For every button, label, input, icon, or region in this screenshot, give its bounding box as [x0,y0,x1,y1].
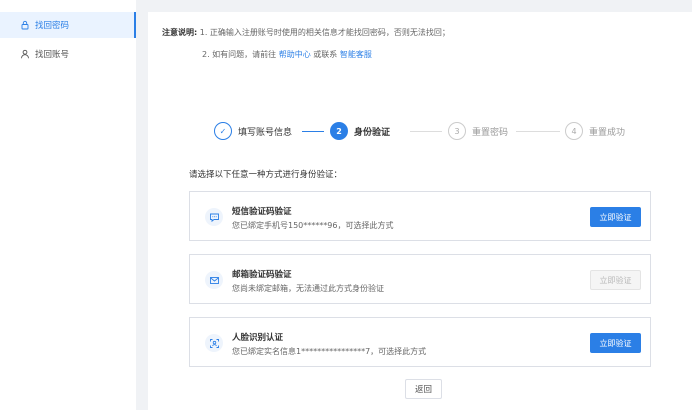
step-connector [410,131,442,132]
step-connector [302,131,324,132]
method-description: 您尚未绑定邮箱，无法通过此方式身份验证 [232,284,384,293]
step-1: ✓ 填写账号信息 [214,122,292,140]
face-recognition-card: 人脸识别认证 您已绑定实名信息1****************7，可选择此方式… [189,317,651,367]
step-label: 填写账号信息 [238,127,293,138]
step-4: 4 重置成功 [565,122,625,140]
notice-line-2-prefix: 2. 如有问题，请前往 [202,50,277,59]
back-button[interactable]: 返回 [405,379,442,399]
email-verify-button: 立即验证 [590,270,641,290]
sms-icon [205,208,223,226]
sidebar-item-find-password[interactable]: 找回密码 [0,12,136,38]
help-center-link[interactable]: 帮助中心 [279,50,311,59]
step-3: 3 重置密码 [448,122,508,140]
check-icon: ✓ [214,122,232,140]
sidebar-item-label: 找回密码 [35,21,70,31]
method-title: 人脸识别认证 [232,333,284,343]
user-icon [20,49,30,59]
sidebar-item-label: 找回账号 [35,50,70,60]
method-title: 短信验证码验证 [232,207,292,217]
sms-verify-button[interactable]: 立即验证 [590,207,641,227]
step-progress: ✓ 填写账号信息 2 身份验证 3 重置密码 4 重置成功 [148,118,692,148]
mail-icon [205,271,223,289]
notice-label: 注意说明: [162,28,198,37]
notice: 注意说明: 1. 正确输入注册账号时使用的相关信息才能找回密码，否则无法找回； … [162,26,450,59]
step-label: 重置成功 [589,127,626,138]
step-label: 重置密码 [472,127,509,138]
main-panel: 注意说明: 1. 正确输入注册账号时使用的相关信息才能找回密码，否则无法找回； … [148,12,692,410]
sidebar: 找回密码 找回账号 [0,0,136,410]
email-verification-card: 邮箱验证码验证 您尚未绑定邮箱，无法通过此方式身份验证 立即验证 [189,254,651,304]
sidebar-item-find-account[interactable]: 找回账号 [0,41,136,67]
method-title: 邮箱验证码验证 [232,270,292,280]
step-number: 3 [448,122,466,140]
notice-line-2-mid: 或联系 [313,50,338,59]
method-description: 您已绑定实名信息1****************7，可选择此方式 [232,347,427,356]
face-verify-button[interactable]: 立即验证 [590,333,641,353]
face-scan-icon [205,334,223,352]
sms-verification-card: 短信验证码验证 您已绑定手机号150******96，可选择此方式 立即验证 [189,191,651,241]
lock-icon [20,20,30,30]
step-connector [516,131,560,132]
step-number: 2 [330,122,348,140]
verification-prompt: 请选择以下任意一种方式进行身份验证： [189,170,343,180]
step-number: 4 [565,122,583,140]
smart-service-link[interactable]: 智能客服 [340,50,372,59]
method-description: 您已绑定手机号150******96，可选择此方式 [232,221,394,230]
step-2: 2 身份验证 [330,122,390,140]
notice-line-1: 1. 正确输入注册账号时使用的相关信息才能找回密码，否则无法找回； [199,28,450,37]
step-label: 身份验证 [354,127,391,138]
